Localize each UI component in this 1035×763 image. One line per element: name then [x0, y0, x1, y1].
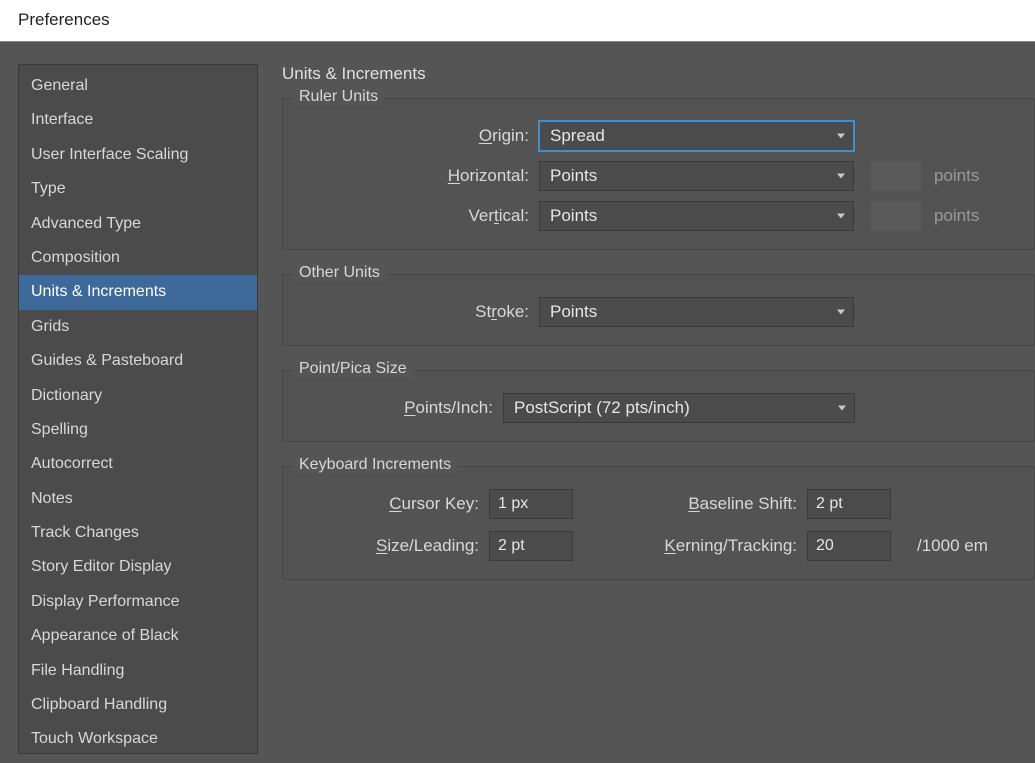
- input-baseline-shift[interactable]: [807, 489, 891, 519]
- input-cursor-key[interactable]: [489, 489, 573, 519]
- dropdown-horizontal-value: Points: [550, 166, 597, 186]
- sidebar-item-track-changes[interactable]: Track Changes: [19, 516, 257, 550]
- dropdown-origin-value: Spread: [550, 126, 605, 146]
- sidebar-item-display-performance[interactable]: Display Performance: [19, 585, 257, 619]
- sidebar-item-dictionary[interactable]: Dictionary: [19, 379, 257, 413]
- dropdown-vertical-value: Points: [550, 206, 597, 226]
- group-ruler-units: Ruler Units Origin: Spread Horizontal: P…: [282, 98, 1035, 250]
- sidebar-item-touch-workspace[interactable]: Touch Workspace: [19, 722, 257, 754]
- sidebar-item-general[interactable]: General: [19, 69, 257, 103]
- sidebar-item-spelling[interactable]: Spelling: [19, 413, 257, 447]
- group-legend-other: Other Units: [293, 264, 386, 282]
- sidebar-item-appearance-of-black[interactable]: Appearance of Black: [19, 619, 257, 653]
- group-legend-pointpica: Point/Pica Size: [293, 360, 413, 378]
- panel-title: Units & Increments: [282, 64, 1035, 84]
- sidebar-item-advanced-type[interactable]: Advanced Type: [19, 207, 257, 241]
- chevron-down-icon: [837, 214, 845, 219]
- group-legend-keyboard: Keyboard Increments: [293, 456, 457, 474]
- label-baseline-shift: Baseline Shift:: [629, 494, 807, 514]
- input-kerning-tracking[interactable]: [807, 531, 891, 561]
- sidebar-item-type[interactable]: Type: [19, 172, 257, 206]
- dropdown-stroke-value: Points: [550, 302, 597, 322]
- label-origin: Origin:: [301, 126, 539, 146]
- sidebar-item-clipboard-handling[interactable]: Clipboard Handling: [19, 688, 257, 722]
- chevron-down-icon: [837, 174, 845, 179]
- window-title-bar: Preferences: [0, 0, 1035, 42]
- kerning-suffix: /1000 em: [917, 536, 1016, 556]
- dropdown-points-inch-value: PostScript (72 pts/inch): [514, 398, 690, 418]
- sidebar-item-file-handling[interactable]: File Handling: [19, 654, 257, 688]
- sidebar-item-guides-pasteboard[interactable]: Guides & Pasteboard: [19, 344, 257, 378]
- group-other-units: Other Units Stroke: Points: [282, 274, 1035, 346]
- dropdown-stroke[interactable]: Points: [539, 297, 854, 327]
- label-points-inch: Points/Inch:: [301, 398, 503, 418]
- dropdown-points-inch[interactable]: PostScript (72 pts/inch): [503, 393, 855, 423]
- group-keyboard-increments: Keyboard Increments Cursor Key: Baseline…: [282, 466, 1035, 580]
- label-size-leading: Size/Leading:: [301, 536, 489, 556]
- group-point-pica: Point/Pica Size Points/Inch: PostScript …: [282, 370, 1035, 442]
- sidebar-item-units-increments[interactable]: Units & Increments: [19, 275, 257, 309]
- sidebar-item-story-editor-display[interactable]: Story Editor Display: [19, 550, 257, 584]
- label-cursor-key: Cursor Key:: [301, 494, 489, 514]
- input-size-leading[interactable]: [489, 531, 573, 561]
- sidebar-item-interface[interactable]: Interface: [19, 103, 257, 137]
- group-legend-ruler: Ruler Units: [293, 88, 384, 106]
- label-stroke: Stroke:: [301, 302, 539, 322]
- label-horizontal: Horizontal:: [301, 166, 539, 186]
- chevron-down-icon: [837, 310, 845, 315]
- sidebar-item-user-interface-scaling[interactable]: User Interface Scaling: [19, 138, 257, 172]
- input-horizontal-value[interactable]: [870, 161, 922, 191]
- dropdown-vertical[interactable]: Points: [539, 201, 854, 231]
- sidebar: GeneralInterfaceUser Interface ScalingTy…: [18, 64, 258, 754]
- sidebar-item-autocorrect[interactable]: Autocorrect: [19, 447, 257, 481]
- sidebar-item-composition[interactable]: Composition: [19, 241, 257, 275]
- window-title: Preferences: [18, 10, 110, 29]
- unit-horizontal: points: [934, 166, 979, 186]
- app-body: GeneralInterfaceUser Interface ScalingTy…: [0, 42, 1035, 763]
- chevron-down-icon: [838, 406, 846, 411]
- input-vertical-value[interactable]: [870, 201, 922, 231]
- dropdown-origin[interactable]: Spread: [539, 121, 854, 151]
- dropdown-horizontal[interactable]: Points: [539, 161, 854, 191]
- chevron-down-icon: [837, 134, 845, 139]
- main-panel: Units & Increments Ruler Units Origin: S…: [258, 64, 1035, 763]
- sidebar-item-notes[interactable]: Notes: [19, 482, 257, 516]
- unit-vertical: points: [934, 206, 979, 226]
- label-kerning-tracking: Kerning/Tracking:: [629, 536, 807, 556]
- label-vertical: Vertical:: [301, 206, 539, 226]
- sidebar-item-grids[interactable]: Grids: [19, 310, 257, 344]
